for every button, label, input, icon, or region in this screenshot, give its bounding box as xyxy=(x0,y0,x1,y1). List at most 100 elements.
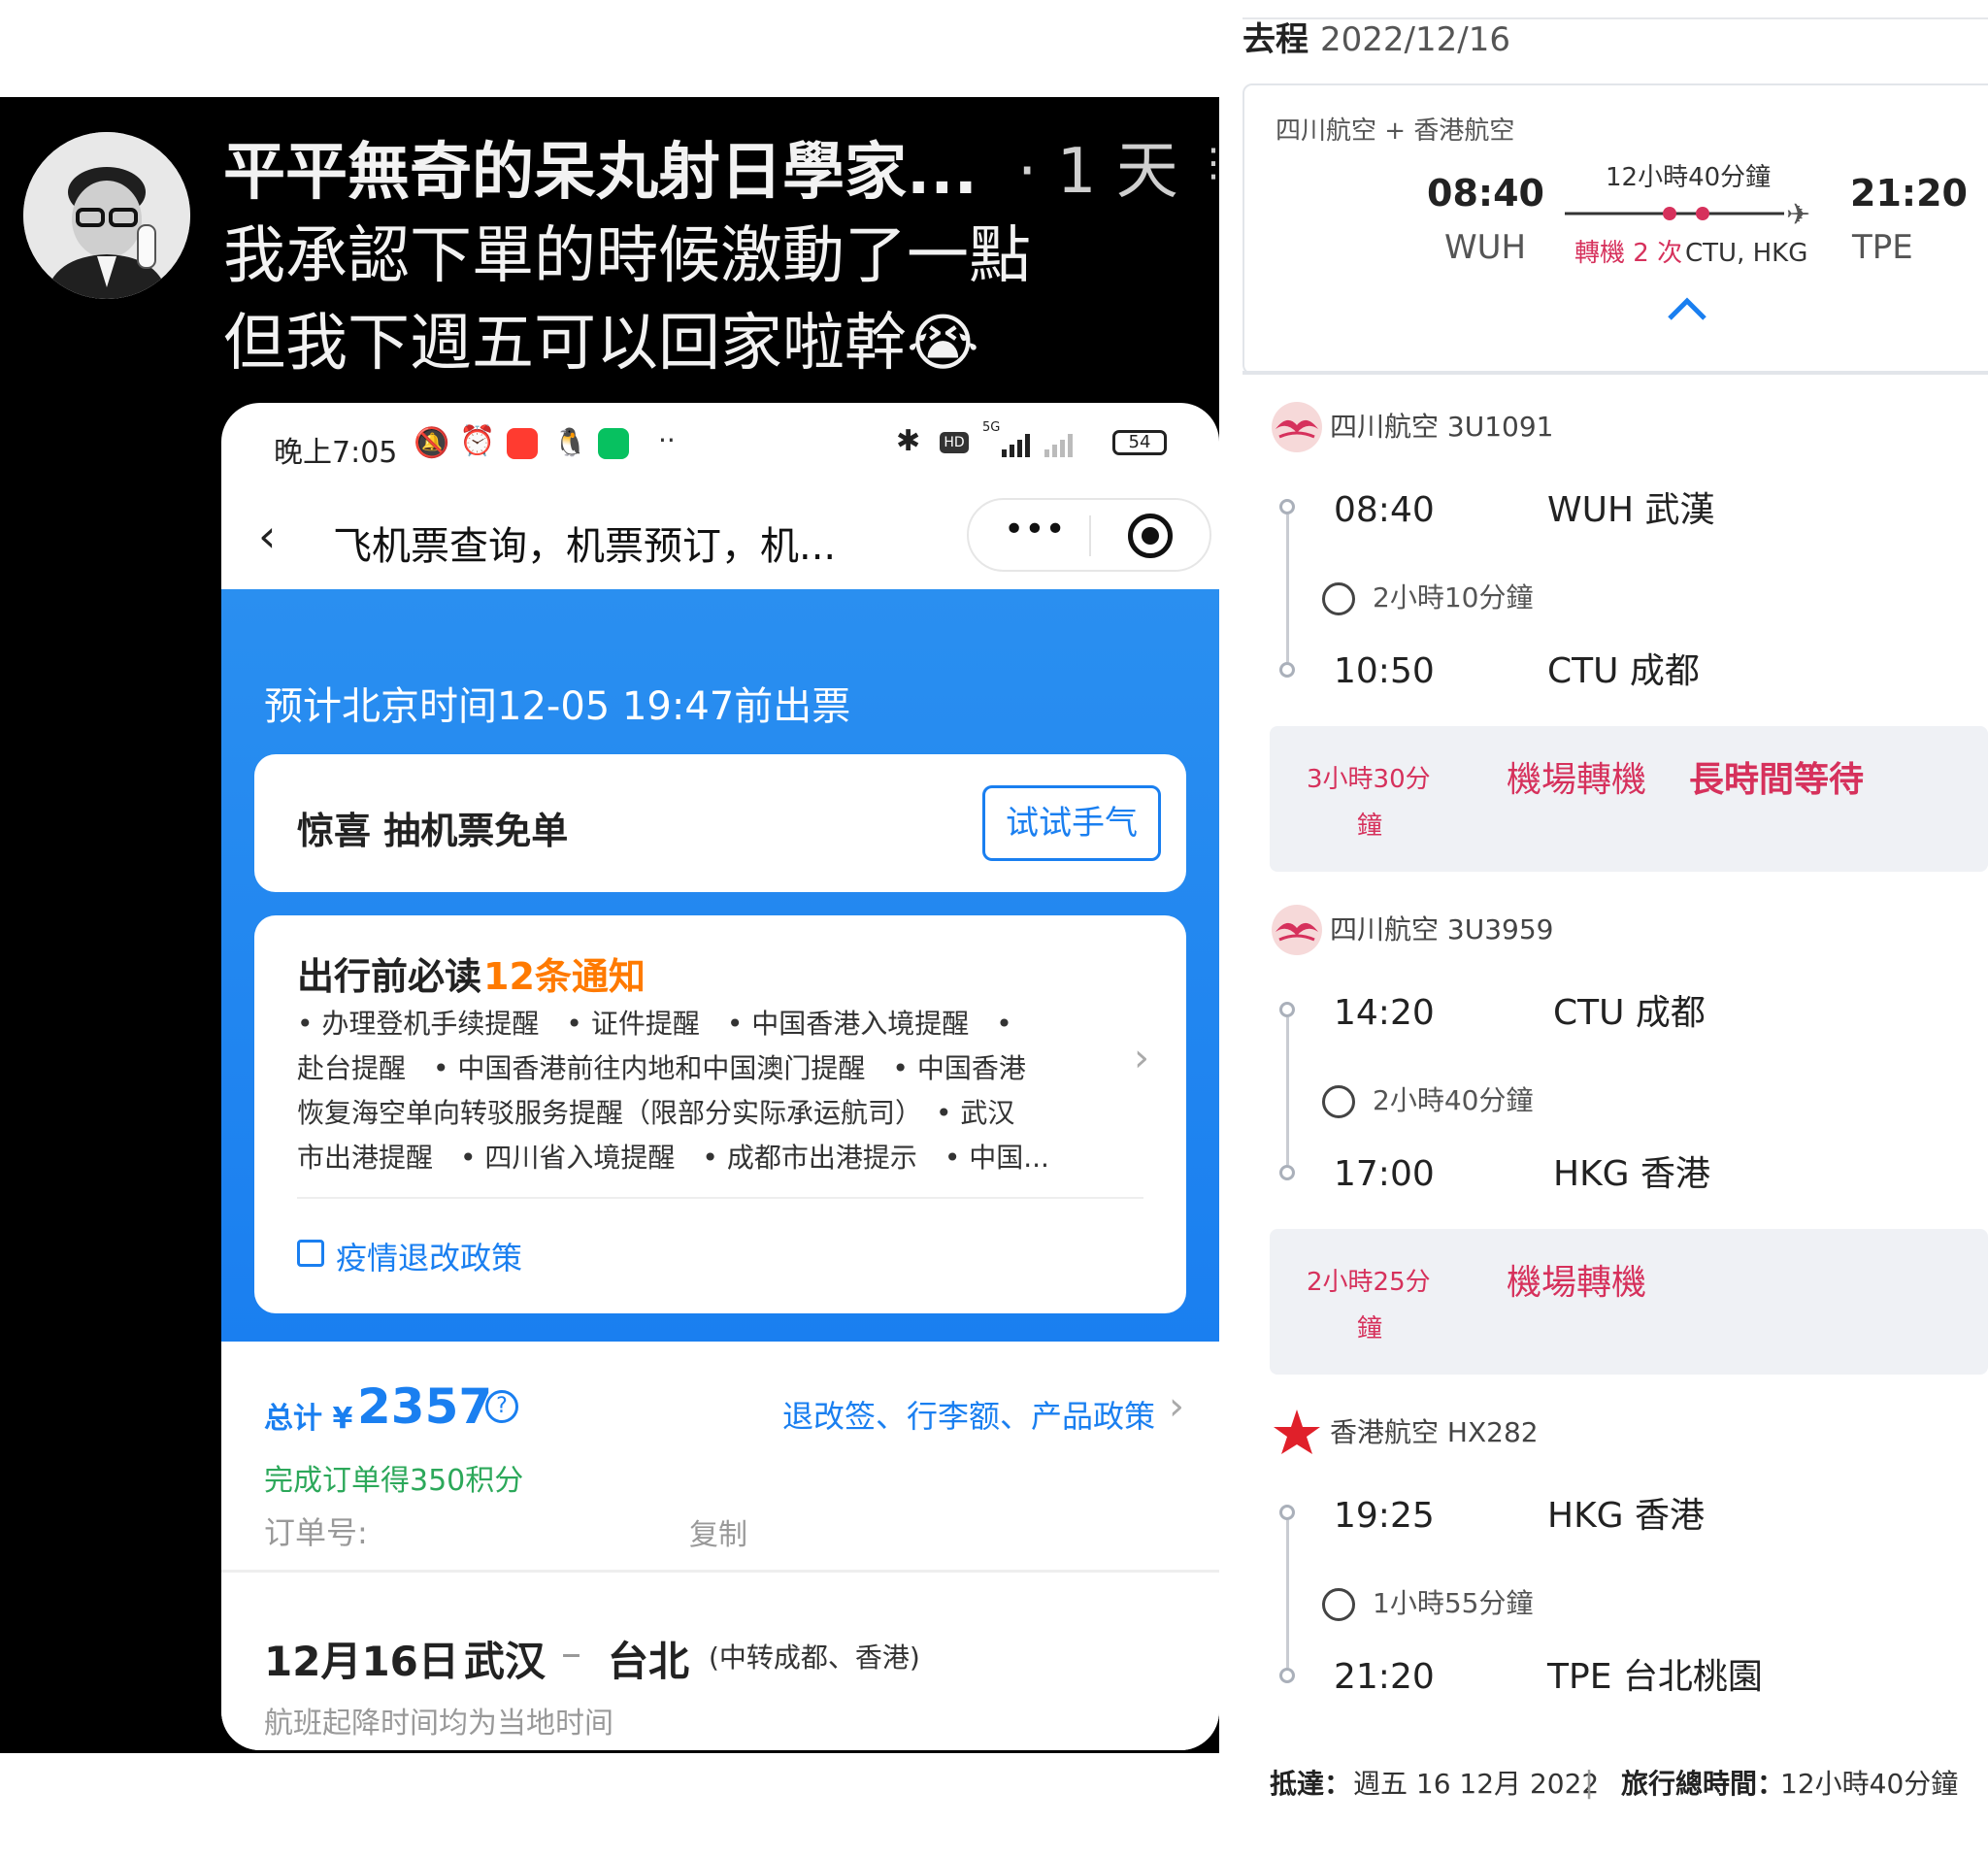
segment-2-airline: 四川航空 3U3959 xyxy=(1330,913,1554,945)
segment-1-dep-place: WUH 武漢 xyxy=(1547,490,1715,530)
post-text-line-2-text: 但我下週五可以回家啦幹 xyxy=(223,308,907,380)
more-notifications-icon: ·· xyxy=(658,424,676,456)
layover-1-type: 機場轉機 xyxy=(1507,760,1647,800)
segment-3-dep-place: HKG 香港 xyxy=(1547,1496,1706,1536)
post-text-line-1: 我承認下單的時候激動了一點 xyxy=(223,220,1031,292)
duration-clock-icon xyxy=(1322,1588,1355,1621)
policy-link[interactable]: 退改签、行李额、产品政策 xyxy=(782,1392,1155,1437)
sichuan-airlines-logo xyxy=(1272,905,1322,955)
notice-line-4: 市出港提醒 • 四川省入境提醒 • 成都市出港提示 • 中国... xyxy=(297,1142,1049,1174)
capsule-menu: ••• xyxy=(967,498,1211,572)
notice-line-2: 赴台提醒 • 中国香港前往内地和中国澳门提醒 • 中国香港 xyxy=(297,1052,1026,1084)
segment-2-dep-time: 14:20 xyxy=(1334,993,1435,1033)
top-divider xyxy=(1242,17,1988,19)
segment-2-dep-place: CTU 成都 xyxy=(1553,993,1706,1033)
summary-arr-time: 21:20 xyxy=(1850,172,1968,215)
chevron-right-icon[interactable]: › xyxy=(1134,1036,1149,1080)
battery-icon: 54 xyxy=(1112,430,1167,455)
try-luck-button[interactable]: 试试手气 xyxy=(982,785,1161,861)
total-amount: 2357 xyxy=(357,1378,493,1435)
close-miniprogram-icon[interactable] xyxy=(1128,514,1173,558)
mini-program-title-bar: ‹ 飞机票查询，机票预订，机... ••• xyxy=(221,481,1219,589)
hd-icon: HD xyxy=(940,432,969,453)
layover-2: 2小時25分 鐘 機場轉機 xyxy=(1270,1229,1988,1375)
policy-icon xyxy=(297,1240,324,1267)
details-divider xyxy=(221,1570,1219,1573)
summary-dep-code: WUH xyxy=(1444,228,1527,267)
duration-clock-icon xyxy=(1322,1085,1355,1118)
local-time-note: 航班起降时间均为当地时间 xyxy=(264,1707,613,1741)
segment-3-airline: 香港航空 HX282 xyxy=(1330,1416,1539,1448)
segment-1-duration: 2小時10分鐘 xyxy=(1373,581,1534,613)
segment-3-line xyxy=(1286,1520,1289,1668)
layover-1-time-suffix: 鐘 xyxy=(1357,812,1383,841)
layover-1-warning: 長時間等待 xyxy=(1689,760,1865,800)
segment-2-arr-place: HKG 香港 xyxy=(1553,1154,1711,1194)
segment-1-arr-time: 10:50 xyxy=(1334,651,1435,691)
layover-1-time: 3小時30分 xyxy=(1307,765,1431,794)
avatar-image xyxy=(23,132,190,299)
segment-3-arr-place: TPE 台北桃園 xyxy=(1547,1657,1763,1697)
lottery-card: 惊喜 抽机票免单 试试手气 xyxy=(254,754,1186,892)
segment-1-dep-dot xyxy=(1279,499,1295,514)
segment-3-arr-time: 21:20 xyxy=(1334,1657,1435,1697)
arrive-value: 週五 16 12月 2022 xyxy=(1353,1768,1600,1800)
order-number-label: 订单号: xyxy=(264,1514,368,1551)
svg-text:✈: ✈ xyxy=(1786,198,1810,232)
summary-dep-time: 08:40 xyxy=(1427,172,1544,215)
summary-stops-via: CTU, HKG xyxy=(1685,239,1808,268)
attached-screenshot: 晚上7:05 🔕 ⏰ 🐧 ·· ✱ HD 5G 54 ‹ 飞机票查询，机票预订，… xyxy=(221,403,1219,1750)
itinerary-direction: 去程 xyxy=(1242,20,1309,59)
summary-airlines: 四川航空 + 香港航空 xyxy=(1276,116,1515,146)
segment-2-line xyxy=(1286,1017,1289,1165)
summary-arr-code: TPE xyxy=(1852,228,1913,267)
order-details: 总计 ¥ 2357 ? 退改签、行李额、产品政策 › 完成订单得350积分 订单… xyxy=(221,1342,1219,1750)
route-line-icon: ✈ xyxy=(1565,198,1810,232)
notice-title: 出行前必读 xyxy=(297,955,482,998)
segment-1-arr-dot xyxy=(1279,662,1295,678)
ticket-issue-time: 预计北京时间12-05 19:47前出票 xyxy=(264,684,851,729)
refund-policy-link[interactable]: 疫情退改政策 xyxy=(336,1234,522,1278)
arrive-label: 抵達： xyxy=(1270,1768,1352,1800)
segment-2-dep-dot xyxy=(1279,1002,1295,1017)
itinerary-date: 2022/12/16 xyxy=(1320,20,1510,59)
flight-summary-card[interactable]: 四川航空 + 香港航空 08:40 WUH 12小時40分鐘 ✈ 轉機 2 次 … xyxy=(1242,83,1988,375)
collapse-chevron-icon[interactable] xyxy=(1666,295,1708,324)
notice-card[interactable]: 出行前必读 12条通知 • 办理登机手续提醒 • 证件提醒 • 中国香港入境提醒… xyxy=(254,915,1186,1313)
author-avatar[interactable] xyxy=(23,132,190,299)
post-text-line-2: 但我下週五可以回家啦幹😭 xyxy=(223,313,979,375)
post-time: · 1 天 xyxy=(1017,136,1178,208)
back-icon[interactable]: ‹ xyxy=(258,510,276,562)
sichuan-airlines-logo xyxy=(1272,402,1322,452)
layover-2-time: 2小時25分 xyxy=(1307,1268,1431,1297)
policy-chevron-icon[interactable]: › xyxy=(1169,1384,1184,1429)
status-time: 晚上7:05 xyxy=(274,436,398,470)
points-reward: 完成订单得350积分 xyxy=(264,1464,524,1498)
route-dash: – xyxy=(561,1629,581,1676)
notice-divider xyxy=(297,1197,1143,1199)
segment-3-arr-dot xyxy=(1279,1668,1295,1683)
layover-1: 3小時30分 鐘 機場轉機 長時間等待 xyxy=(1270,726,1988,872)
summary-duration: 12小時40分鐘 xyxy=(1606,163,1772,192)
crying-emoji-icon: 😭 xyxy=(907,308,979,380)
layover-2-type: 機場轉機 xyxy=(1507,1263,1647,1303)
menu-dots-icon[interactable]: ••• xyxy=(1004,510,1066,549)
author-name[interactable]: 平平無奇的呆丸射日學家... xyxy=(223,142,977,204)
status-bar: 晚上7:05 🔕 ⏰ 🐧 ·· ✱ HD 5G 54 xyxy=(221,403,1219,481)
alarm-icon: ⏰ xyxy=(459,424,496,458)
signal-icon xyxy=(1002,434,1073,457)
segment-1-arr-place: CTU 成都 xyxy=(1547,651,1700,691)
segment-2-duration: 2小時40分鐘 xyxy=(1373,1084,1534,1116)
copy-button[interactable]: 复制 xyxy=(689,1510,747,1553)
notice-line-3: 恢复海空单向转驳服务提醒（限部分实际承运航司） • 武汉 xyxy=(297,1097,1015,1129)
layover-2-time-suffix: 鐘 xyxy=(1357,1314,1383,1343)
segment-3-dep-dot xyxy=(1279,1505,1295,1520)
summary-divider xyxy=(1242,371,1988,375)
route-to: 台北 xyxy=(608,1638,690,1685)
page-title: 飞机票查询，机票预订，机... xyxy=(333,524,837,569)
total-label: 总计 ¥ xyxy=(264,1402,353,1436)
help-icon[interactable]: ? xyxy=(485,1390,518,1423)
wechat-icon xyxy=(598,428,629,459)
bluetooth-icon: ✱ xyxy=(896,424,921,458)
segment-2-arr-time: 17:00 xyxy=(1334,1154,1435,1194)
